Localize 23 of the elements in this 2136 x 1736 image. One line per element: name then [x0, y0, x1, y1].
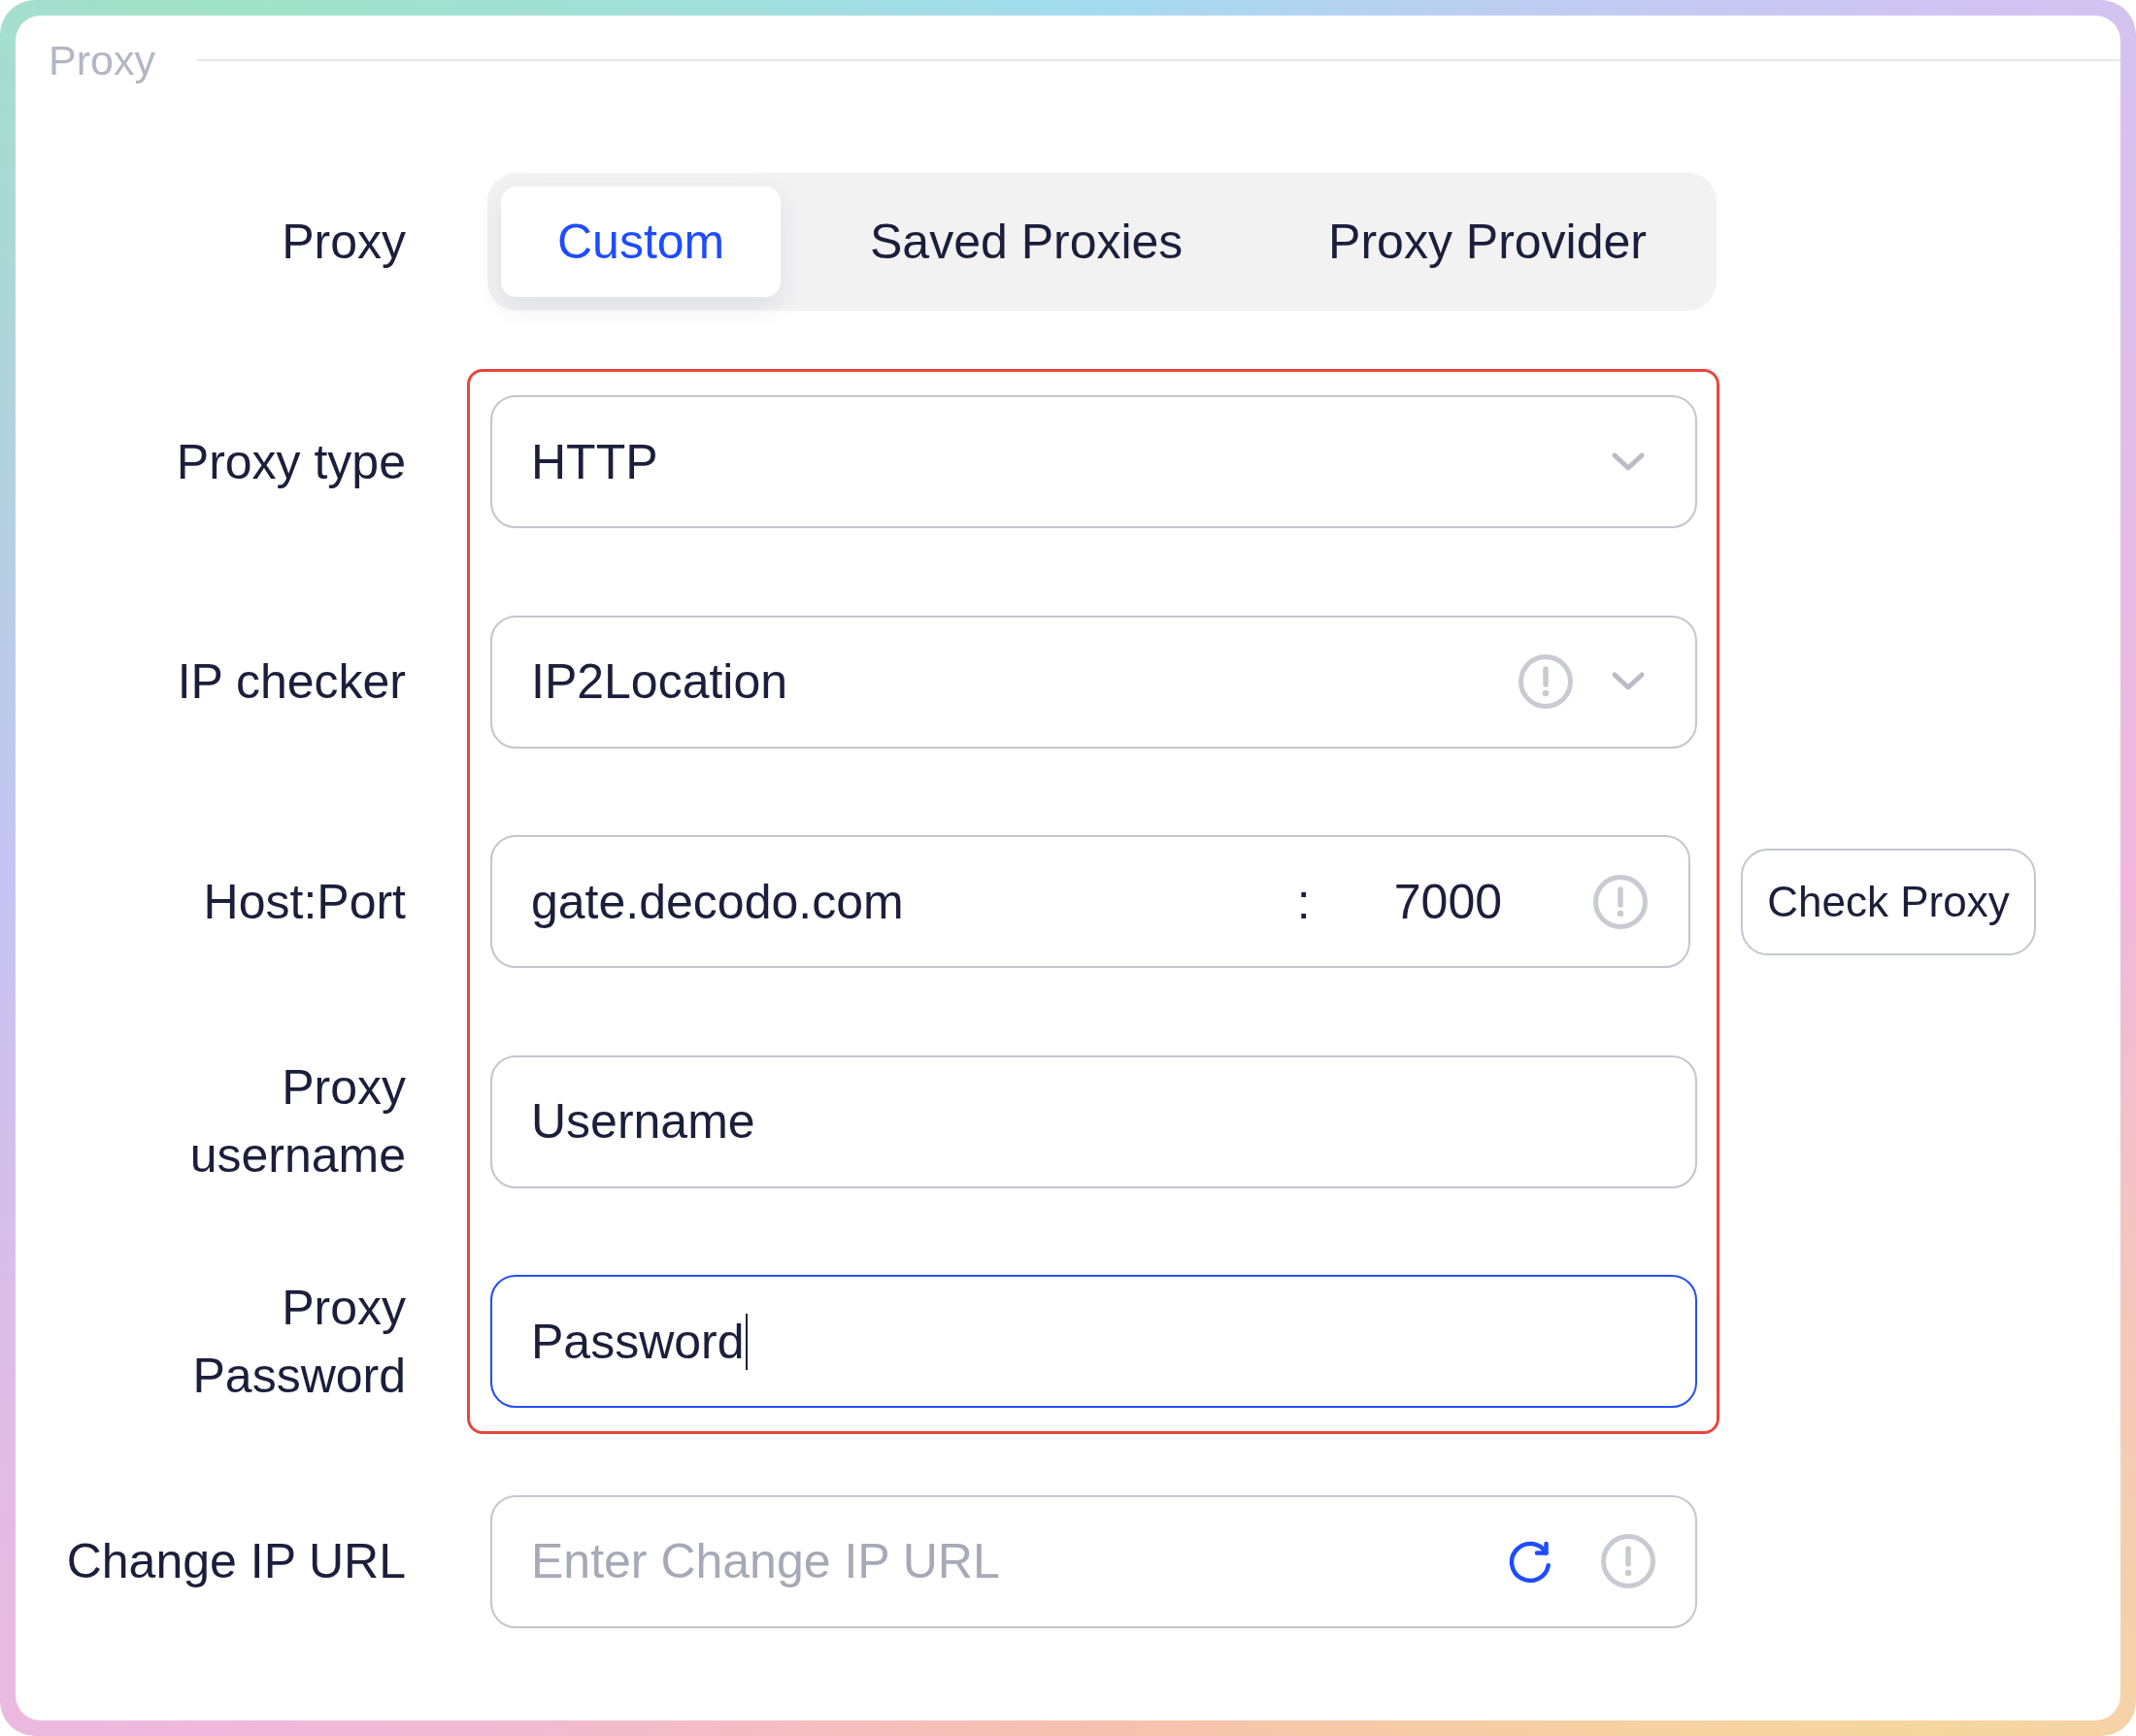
- field-label: Proxy type: [175, 433, 406, 491]
- field-label: Host:Port: [202, 873, 406, 931]
- port-value: 7000: [1393, 873, 1502, 930]
- port-separator: :: [1296, 873, 1311, 930]
- tab[interactable]: Saved Proxies: [814, 186, 1240, 297]
- field-label: IP checker: [176, 653, 406, 711]
- check-proxy-button[interactable]: Check Proxy: [1741, 848, 2036, 955]
- tab[interactable]: Custom: [501, 186, 782, 297]
- host-value: gate.decodo.com: [531, 873, 904, 930]
- text-cursor-icon: [745, 1313, 749, 1370]
- text-field[interactable]: Password: [490, 1275, 1697, 1408]
- section-title: Proxy: [49, 36, 155, 85]
- field-label: Proxy Password: [191, 1279, 406, 1405]
- dropdown[interactable]: HTTP: [490, 395, 1697, 528]
- dropdown[interactable]: IP2Location: [490, 615, 1697, 749]
- text-field[interactable]: Username: [490, 1054, 1697, 1188]
- tab[interactable]: Proxy Provider: [1272, 186, 1703, 297]
- field-label: Proxy username: [188, 1059, 406, 1185]
- field-label: Proxy: [281, 214, 406, 271]
- chevron-down-icon: [1611, 451, 1646, 473]
- chevron-down-icon: [1611, 671, 1646, 692]
- field-label: Change IP URL: [65, 1533, 406, 1590]
- host-port-field[interactable]: gate.decodo.com : 7000: [490, 835, 1690, 968]
